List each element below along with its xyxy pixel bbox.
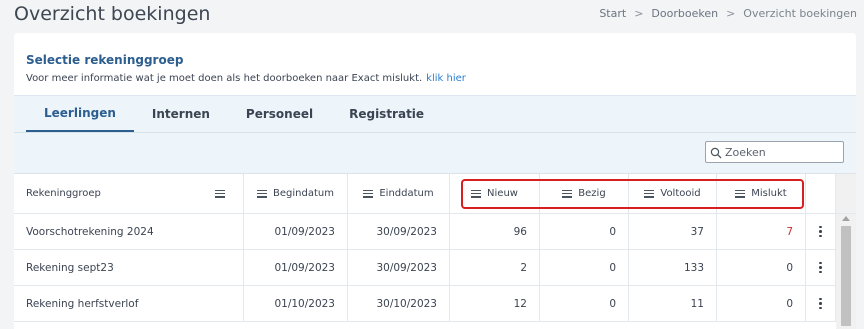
- column-menu-icon[interactable]: [363, 189, 374, 198]
- column-menu-icon[interactable]: [562, 189, 573, 198]
- cell-nieuw: 2: [450, 250, 540, 285]
- cell-einddatum: 30/10/2023: [348, 286, 450, 321]
- column-label: Einddatum: [379, 188, 434, 199]
- row-actions[interactable]: [806, 286, 836, 321]
- selection-header: Selectie rekeninggroep Voor meer informa…: [14, 33, 856, 95]
- info-text: Voor meer informatie wat je moet doen al…: [26, 73, 466, 84]
- cell-voltooid: 11: [629, 286, 717, 321]
- search-icon: [710, 146, 722, 159]
- cell-einddatum: 30/09/2023: [348, 250, 450, 285]
- column-header-bezig[interactable]: Bezig: [540, 174, 629, 213]
- column-label: Voltooid: [660, 188, 701, 199]
- column-header-voltooid[interactable]: Voltooid: [629, 174, 717, 213]
- cell-bezig: 0: [540, 286, 629, 321]
- row-actions[interactable]: [806, 250, 836, 285]
- column-menu-icon[interactable]: [257, 189, 268, 198]
- cell-rekeninggroep: Rekening herfstverlof: [14, 286, 244, 321]
- column-label: Mislukt: [751, 188, 787, 199]
- tab-divider: [14, 132, 856, 133]
- column-menu-icon[interactable]: [471, 189, 482, 198]
- cell-begindatum: 01/10/2023: [244, 286, 348, 321]
- vertical-scrollbar[interactable]: [836, 214, 856, 329]
- column-header-begindatum[interactable]: Begindatum: [244, 174, 348, 213]
- table-row[interactable]: Rekening sept23 01/09/2023 30/09/2023 2 …: [14, 250, 856, 286]
- actions-header: [806, 174, 836, 213]
- cell-voltooid: 133: [629, 250, 717, 285]
- section-title: Selectie rekeninggroep: [26, 53, 184, 67]
- more-options-icon[interactable]: [819, 261, 822, 274]
- column-menu-icon[interactable]: [735, 189, 746, 198]
- cell-einddatum: 30/09/2023: [348, 214, 450, 249]
- scrollbar-thumb[interactable]: [841, 226, 851, 326]
- breadcrumb-doorboeken[interactable]: Doorboeken: [651, 7, 718, 20]
- column-label: Nieuw: [487, 188, 518, 199]
- breadcrumb: Start > Doorboeken > Overzicht boekingen: [599, 7, 857, 20]
- breadcrumb-start[interactable]: Start: [599, 7, 626, 20]
- table-row[interactable]: Rekening herfstverlof 01/10/2023 30/10/2…: [14, 286, 856, 322]
- search-input[interactable]: [725, 145, 835, 159]
- bookings-card: Selectie rekeninggroep Voor meer informa…: [14, 33, 856, 329]
- row-actions[interactable]: [806, 214, 836, 249]
- column-header-einddatum[interactable]: Einddatum: [348, 174, 450, 213]
- cell-mislukt: 7: [717, 214, 806, 249]
- column-label: Begindatum: [273, 188, 334, 199]
- scroll-up-arrow-icon[interactable]: [842, 216, 850, 221]
- table-header-row: Rekeninggroep Begindatum Einddatum Nieuw…: [14, 174, 856, 214]
- info-message: Voor meer informatie wat je moet doen al…: [26, 73, 423, 84]
- column-menu-icon[interactable]: [644, 189, 655, 198]
- info-link[interactable]: klik hier: [426, 73, 466, 84]
- column-menu-icon[interactable]: [215, 189, 225, 198]
- cell-voltooid: 37: [629, 214, 717, 249]
- column-header-rekeninggroep[interactable]: Rekeninggroep: [14, 174, 244, 213]
- bookings-grid: Rekeninggroep Begindatum Einddatum Nieuw…: [14, 173, 856, 329]
- page-title: Overzicht boekingen: [14, 3, 211, 25]
- breadcrumb-current: Overzicht boekingen: [743, 7, 857, 20]
- tab-bar: Leerlingen Internen Personeel Registrati…: [26, 96, 442, 132]
- cell-begindatum: 01/09/2023: [244, 250, 348, 285]
- top-bar: Overzicht boekingen Start > Doorboeken >…: [0, 0, 864, 32]
- cell-nieuw: 12: [450, 286, 540, 321]
- more-options-icon[interactable]: [819, 297, 822, 310]
- cell-mislukt: 0: [717, 286, 806, 321]
- scrollbar-header: [836, 174, 856, 213]
- column-header-nieuw[interactable]: Nieuw: [450, 174, 540, 213]
- tab-internen[interactable]: Internen: [134, 96, 228, 132]
- column-label: Rekeninggroep: [26, 188, 101, 199]
- cell-bezig: 0: [540, 250, 629, 285]
- tab-leerlingen[interactable]: Leerlingen: [26, 96, 134, 132]
- cell-mislukt: 0: [717, 250, 806, 285]
- breadcrumb-separator: >: [634, 7, 644, 20]
- column-label: Bezig: [578, 188, 606, 199]
- table-row[interactable]: Voorschotrekening 2024 01/09/2023 30/09/…: [14, 214, 856, 250]
- cell-begindatum: 01/09/2023: [244, 214, 348, 249]
- cell-rekeninggroep: Voorschotrekening 2024: [14, 214, 244, 249]
- tab-registratie[interactable]: Registratie: [331, 96, 442, 132]
- cell-rekeninggroep: Rekening sept23: [14, 250, 244, 285]
- column-header-mislukt[interactable]: Mislukt: [717, 174, 806, 213]
- breadcrumb-separator: >: [726, 7, 736, 20]
- cell-bezig: 0: [540, 214, 629, 249]
- search-box[interactable]: [705, 141, 844, 163]
- more-options-icon[interactable]: [819, 225, 822, 238]
- tab-personeel[interactable]: Personeel: [228, 96, 331, 132]
- cell-nieuw: 96: [450, 214, 540, 249]
